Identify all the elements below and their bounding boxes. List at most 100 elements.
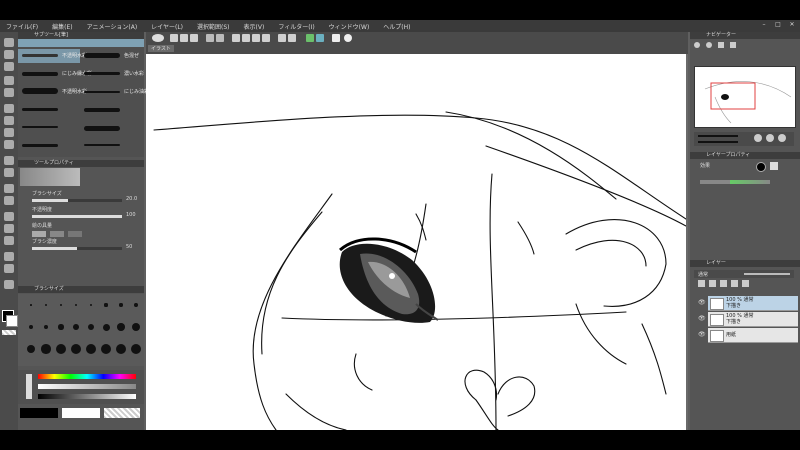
blend-mode-select[interactable]: 通常 — [698, 271, 708, 278]
move-tool-icon[interactable] — [4, 50, 14, 59]
effect-border-icon[interactable] — [756, 162, 766, 172]
blend-tool-icon[interactable] — [4, 168, 14, 177]
hue-slider[interactable] — [38, 374, 136, 379]
brush-size-option[interactable] — [101, 344, 111, 354]
clear-icon[interactable] — [232, 34, 240, 42]
brush-size-option[interactable] — [131, 344, 141, 354]
brush-size-grid[interactable] — [18, 294, 144, 366]
pencil-tool-icon[interactable] — [4, 116, 14, 125]
snap-icon[interactable] — [306, 34, 314, 42]
deselect-icon[interactable] — [252, 34, 260, 42]
brush-size-option[interactable] — [134, 303, 138, 307]
brush-size-option[interactable] — [104, 303, 108, 307]
fill-icon[interactable] — [278, 34, 286, 42]
new-folder-icon[interactable] — [709, 280, 716, 287]
expression-color-swatch[interactable] — [730, 180, 770, 184]
menu-help[interactable]: ヘルプ(H) — [383, 22, 410, 31]
brush-size-option[interactable] — [117, 323, 125, 331]
redo-icon[interactable] — [216, 34, 224, 42]
brush-size-option[interactable] — [116, 344, 126, 354]
help-icon[interactable] — [344, 34, 352, 42]
navigator-sliders[interactable] — [694, 132, 794, 146]
layer-row[interactable]: 100 % 通常 下描き — [708, 296, 798, 311]
menu-selection[interactable]: 選択範囲(S) — [197, 22, 230, 31]
zoom-in-icon[interactable] — [706, 42, 712, 48]
clip-studio-icon[interactable] — [152, 34, 164, 42]
effect-tone-icon[interactable] — [770, 162, 778, 170]
brush-size-option[interactable] — [119, 303, 123, 307]
visibility-eye-icon[interactable]: 👁 — [698, 300, 706, 306]
frame-tool-icon[interactable] — [4, 224, 14, 233]
brush-item[interactable] — [80, 103, 142, 117]
sub-color-swatch[interactable] — [6, 315, 18, 327]
brush-item[interactable] — [80, 121, 142, 135]
brush-size-option[interactable] — [87, 323, 95, 331]
drawing-canvas[interactable] — [146, 54, 687, 430]
brush-item[interactable]: 不透明水彩 — [18, 85, 87, 99]
select-icon[interactable] — [288, 34, 296, 42]
ruler-icon[interactable] — [316, 34, 324, 42]
new-layer-icon[interactable] — [698, 280, 705, 287]
brush-item[interactable]: 不透明水彩 — [18, 49, 87, 63]
brush-size-option[interactable] — [86, 344, 96, 354]
density-slider[interactable]: ブラシ濃度 50 — [22, 238, 140, 258]
ruler-layer-icon[interactable] — [731, 280, 738, 287]
ruler-tool-icon[interactable] — [4, 236, 14, 245]
rotate-icon[interactable] — [730, 42, 736, 48]
text-tool-icon[interactable] — [4, 252, 14, 261]
brush-item[interactable]: にじみ油彩 — [80, 85, 149, 99]
navigator-preview[interactable] — [694, 66, 796, 128]
menu-edit[interactable]: 編集(E) — [52, 22, 72, 31]
correct-line-tool-icon[interactable] — [4, 280, 14, 289]
brush-item[interactable] — [18, 103, 80, 117]
brush-size-option[interactable] — [58, 324, 64, 330]
brush-size-option[interactable] — [74, 303, 78, 307]
main-color-chip[interactable] — [20, 408, 58, 418]
delete-layer-icon[interactable] — [742, 280, 749, 287]
fill-tool-icon[interactable] — [4, 184, 14, 193]
brush-size-option[interactable] — [41, 344, 51, 354]
brush-size-option[interactable] — [56, 344, 66, 354]
visibility-eye-icon[interactable]: 👁 — [698, 332, 706, 338]
layer-opacity-slider[interactable] — [744, 273, 790, 275]
invert-selection-icon[interactable] — [262, 34, 270, 42]
brush-size-option[interactable] — [89, 303, 93, 307]
brush-item[interactable] — [80, 139, 142, 153]
brush-item[interactable]: 濃い水彩 — [80, 67, 144, 81]
figure-tool-icon[interactable] — [4, 212, 14, 221]
settings-icon[interactable] — [332, 34, 340, 42]
selection-tool-icon[interactable] — [4, 76, 14, 85]
undo-icon[interactable] — [206, 34, 214, 42]
brush-size-option[interactable] — [131, 322, 141, 332]
eyedropper-tool-icon[interactable] — [4, 88, 14, 97]
brush-size-option[interactable] — [29, 325, 33, 329]
visibility-eye-icon[interactable]: 👁 — [698, 316, 706, 322]
brush-item[interactable] — [18, 121, 80, 135]
eraser-tool-icon[interactable] — [4, 156, 14, 165]
zoom-out-icon[interactable] — [694, 42, 700, 48]
maximize-icon[interactable]: □ — [774, 21, 782, 29]
balloon-tool-icon[interactable] — [4, 264, 14, 273]
value-slider[interactable] — [38, 394, 136, 399]
menu-window[interactable]: ウィンドウ(W) — [329, 22, 370, 31]
canvas-tab[interactable]: イラスト — [148, 45, 174, 52]
layer-row[interactable]: 100 % 通常 下描き — [708, 312, 798, 327]
pen-tool-icon[interactable] — [4, 104, 14, 113]
new-file-icon[interactable] — [170, 34, 178, 42]
saturation-slider[interactable] — [38, 384, 136, 389]
subtool-group-tab[interactable] — [18, 39, 144, 47]
transparent-chip[interactable] — [104, 408, 140, 418]
minimize-icon[interactable]: – — [760, 21, 768, 29]
brush-item[interactable]: にじみ縁水彩 — [18, 67, 92, 81]
zoom-tool-icon[interactable] — [4, 38, 14, 47]
layer-row[interactable]: 用紙 — [708, 328, 798, 343]
expression-color-row[interactable] — [700, 180, 730, 184]
brush-tool-icon[interactable] — [4, 128, 14, 137]
fit-icon[interactable] — [718, 42, 724, 48]
sub-color-chip[interactable] — [62, 408, 100, 418]
transform-icon[interactable] — [242, 34, 250, 42]
operation-tool-icon[interactable] — [4, 62, 14, 71]
brush-size-option[interactable] — [59, 303, 63, 307]
menu-filter[interactable]: フィルター(I) — [278, 22, 314, 31]
brush-size-option[interactable] — [43, 324, 49, 330]
